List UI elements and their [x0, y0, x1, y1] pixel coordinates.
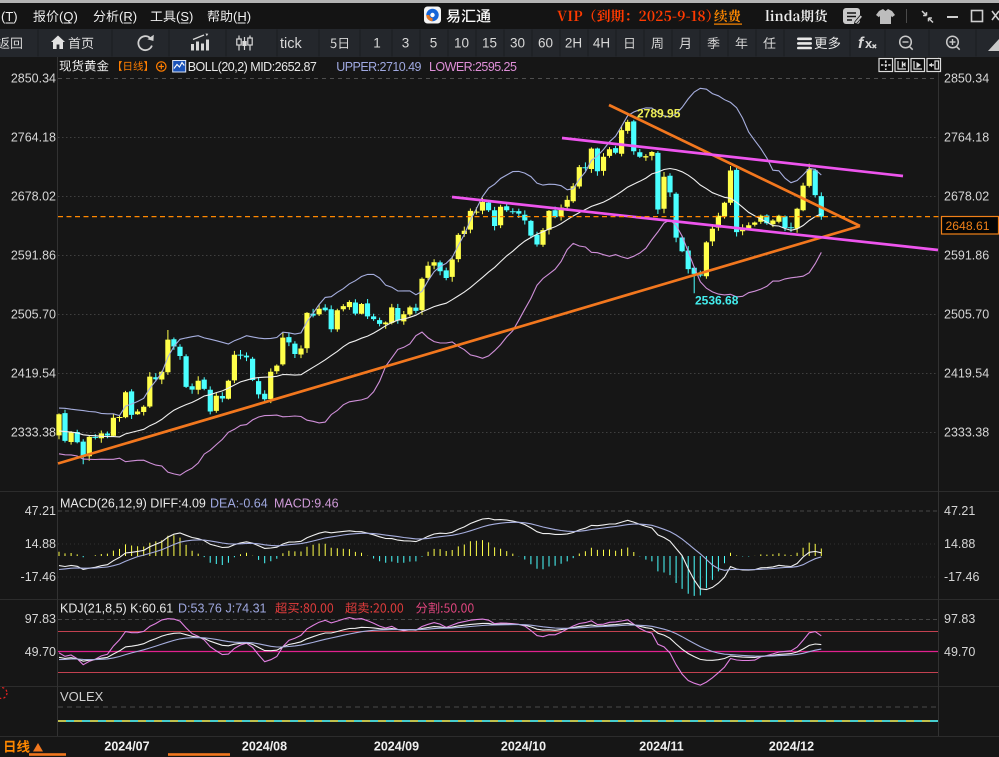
svg-text:49.70: 49.70 — [944, 645, 975, 659]
svg-text:2505.70: 2505.70 — [944, 308, 989, 322]
svg-text:49.70: 49.70 — [25, 645, 56, 659]
svg-text:KDJ(21,8,5) K:60.61: KDJ(21,8,5) K:60.61 — [60, 602, 173, 616]
svg-text:x: x — [865, 36, 873, 51]
svg-text:1: 1 — [373, 36, 381, 51]
svg-text:2764.18: 2764.18 — [944, 131, 989, 145]
svg-text:UPPER:2710.49: UPPER:2710.49 — [336, 60, 421, 74]
svg-text:(Q): (Q) — [59, 9, 78, 24]
svg-text:2419.54: 2419.54 — [944, 367, 989, 381]
svg-text:(T): (T) — [1, 9, 18, 24]
svg-text:47.21: 47.21 — [944, 504, 975, 518]
svg-text:D:53.76: D:53.76 — [178, 602, 222, 616]
svg-text:2419.54: 2419.54 — [11, 367, 56, 381]
svg-text:5: 5 — [430, 36, 438, 51]
svg-text:VOLEX: VOLEX — [60, 689, 104, 704]
svg-text:10: 10 — [454, 36, 469, 51]
svg-text:3: 3 — [402, 36, 410, 51]
svg-text:2024/12: 2024/12 — [769, 740, 814, 754]
svg-text:(S): (S) — [176, 9, 193, 24]
svg-text:2648.61: 2648.61 — [946, 219, 990, 233]
svg-text:2591.86: 2591.86 — [11, 249, 56, 263]
svg-text:2850.34: 2850.34 — [944, 72, 989, 86]
svg-text:2333.38: 2333.38 — [944, 426, 989, 440]
svg-text:2764.18: 2764.18 — [11, 131, 56, 145]
svg-text:J:74.31: J:74.31 — [226, 602, 267, 616]
svg-text:47.21: 47.21 — [25, 504, 56, 518]
svg-text:15: 15 — [482, 36, 497, 51]
svg-text:2024/11: 2024/11 — [639, 740, 684, 754]
svg-text:97.83: 97.83 — [944, 612, 975, 626]
svg-text:MACD:9.46: MACD:9.46 — [274, 497, 339, 511]
svg-text:14.88: 14.88 — [25, 537, 56, 551]
svg-text:2789.95: 2789.95 — [637, 107, 681, 121]
svg-text:MACD(26,12,9) DIFF:4.09: MACD(26,12,9) DIFF:4.09 — [60, 497, 206, 511]
svg-text:2H: 2H — [565, 36, 582, 51]
svg-text:2024/07: 2024/07 — [104, 740, 149, 754]
svg-text:2505.70: 2505.70 — [11, 308, 56, 322]
svg-text:BOLL(20,2) MID:2652.87: BOLL(20,2) MID:2652.87 — [188, 60, 317, 74]
svg-text:30: 30 — [510, 36, 525, 51]
svg-text:60: 60 — [538, 36, 553, 51]
svg-text:2678.02: 2678.02 — [11, 190, 56, 204]
svg-text:-17.46: -17.46 — [21, 570, 56, 584]
svg-text:-17.46: -17.46 — [944, 570, 979, 584]
svg-text:2591.86: 2591.86 — [944, 249, 989, 263]
svg-text:2024/09: 2024/09 — [374, 740, 419, 754]
svg-text:2850.34: 2850.34 — [11, 72, 56, 86]
svg-text:(H): (H) — [233, 9, 251, 24]
svg-text:4H: 4H — [593, 36, 610, 51]
svg-text:2024/10: 2024/10 — [501, 740, 546, 754]
svg-text:tick: tick — [280, 36, 303, 52]
svg-text:2024/08: 2024/08 — [242, 740, 287, 754]
svg-text:2678.02: 2678.02 — [944, 190, 989, 204]
svg-text:(R): (R) — [119, 9, 137, 24]
svg-text:LOWER:2595.25: LOWER:2595.25 — [429, 60, 517, 74]
svg-text:97.83: 97.83 — [25, 612, 56, 626]
svg-text:2536.68: 2536.68 — [695, 294, 739, 308]
svg-text:2333.38: 2333.38 — [11, 426, 56, 440]
svg-text:DEA:-0.64: DEA:-0.64 — [210, 497, 268, 511]
svg-text:14.88: 14.88 — [944, 537, 975, 551]
